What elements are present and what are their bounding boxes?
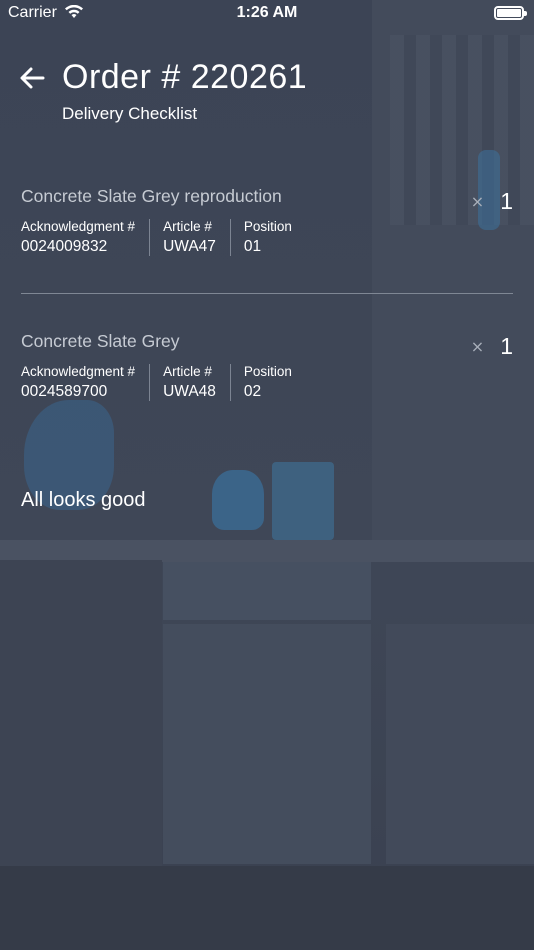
field-value: 0024589700 [21,383,108,400]
item-details: Acknowledgment # 0024009832 Article # UW… [21,219,513,256]
item-divider [21,293,513,294]
field-label: Article # [163,219,212,234]
quantity-value: 1 [500,333,513,359]
multiply-icon: × [470,192,485,211]
item-name: Concrete Slate Grey reproduction [21,186,282,206]
page-subtitle: Delivery Checklist [62,104,198,123]
multiply-icon: × [470,337,485,356]
status-bar: Carrier 1:26 AM [0,0,534,28]
quantity-value: 1 [500,188,513,214]
item-quantity: × 1 [471,188,513,215]
field-value: UWA47 [163,238,216,255]
clock: 1:26 AM [236,4,298,21]
acknowledgment-field: Acknowledgment # 0024009832 [21,219,149,256]
item-name: Concrete Slate Grey [21,331,180,351]
item-quantity: × 1 [471,333,513,360]
checklist-item[interactable]: Concrete Slate Grey × 1 Acknowledgment #… [21,331,513,401]
checklist-item[interactable]: Concrete Slate Grey reproduction × 1 Ack… [21,186,513,256]
field-label: Acknowledgment # [21,219,136,234]
field-value: 0024009832 [21,238,108,255]
arrow-left-icon[interactable] [16,62,48,94]
page-title: Order # 220261 [62,58,308,96]
field-label: Position [243,219,292,234]
article-field: Article # UWA47 [149,219,230,256]
field-value: UWA48 [163,383,216,400]
field-label: Article # [163,364,212,379]
battery-icon [494,6,527,20]
field-value: 02 [243,383,262,400]
background-photo [0,0,534,950]
field-label: Position [243,364,292,379]
acknowledgment-field: Acknowledgment # 0024589700 [21,364,149,401]
article-field: Article # UWA48 [149,364,230,401]
field-label: Acknowledgment # [21,364,136,379]
field-value: 01 [243,238,262,255]
all-looks-good-button[interactable]: All looks good [21,489,146,512]
position-field: Position 02 [229,364,306,401]
position-field: Position 01 [229,219,306,256]
item-details: Acknowledgment # 0024589700 Article # UW… [21,364,513,401]
